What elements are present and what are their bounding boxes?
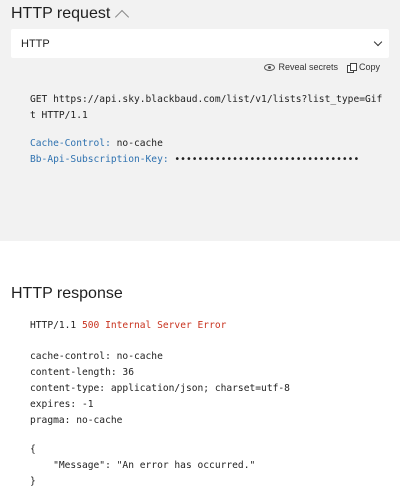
request-actions: Reveal secrets Copy bbox=[264, 62, 380, 73]
status-protocol: HTTP/1.1 bbox=[30, 320, 77, 331]
response-header-line: content-length: 36 bbox=[30, 367, 134, 378]
http-request-section: HTTP request HTTP Reveal secrets Copy GE… bbox=[0, 0, 400, 241]
request-line-2: t HTTP/1.1 bbox=[30, 110, 88, 121]
reveal-secrets-button[interactable]: Reveal secrets bbox=[264, 62, 338, 72]
chevron-up-icon[interactable] bbox=[115, 9, 130, 25]
header-value: •••••••••••••••••••••••••••••••• bbox=[174, 154, 360, 165]
response-status-line: HTTP/1.1 500 Internal Server Error bbox=[30, 318, 226, 334]
request-header-row: Bb-Api-Subscription-Key: •••••••••••••••… bbox=[30, 152, 359, 168]
request-title-toggle[interactable]: HTTP request bbox=[11, 5, 130, 25]
status-text: 500 Internal Server Error bbox=[82, 320, 227, 331]
eye-icon bbox=[264, 63, 276, 71]
response-header-line: pragma: no-cache bbox=[30, 415, 123, 426]
header-value: no-cache bbox=[116, 138, 163, 149]
copy-label: Copy bbox=[358, 62, 380, 72]
header-key: Cache-Control: bbox=[30, 138, 111, 149]
header-key: Bb-Api-Subscription-Key: bbox=[30, 154, 169, 165]
request-header-row: Cache-Control: no-cache bbox=[30, 136, 163, 152]
request-format-value: HTTP bbox=[21, 37, 50, 50]
response-title: HTTP response bbox=[11, 285, 123, 303]
copy-icon bbox=[346, 62, 357, 73]
request-title: HTTP request bbox=[11, 5, 111, 22]
response-header-line: content-type: application/json; charset=… bbox=[30, 383, 290, 394]
copy-button[interactable]: Copy bbox=[346, 62, 380, 73]
response-header-line: expires: -1 bbox=[30, 399, 94, 410]
request-line-1: GET https://api.sky.blackbaud.com/list/v… bbox=[30, 94, 383, 105]
response-body-close: } bbox=[30, 476, 36, 487]
response-title-text: HTTP response bbox=[11, 285, 123, 302]
request-format-select[interactable]: HTTP bbox=[11, 29, 389, 58]
response-body-line: "Message": "An error has occurred." bbox=[30, 460, 256, 471]
chevron-down-icon bbox=[373, 37, 383, 47]
response-header-line: cache-control: no-cache bbox=[30, 351, 163, 362]
response-body-open: { bbox=[30, 444, 36, 455]
reveal-secrets-label: Reveal secrets bbox=[278, 62, 338, 72]
